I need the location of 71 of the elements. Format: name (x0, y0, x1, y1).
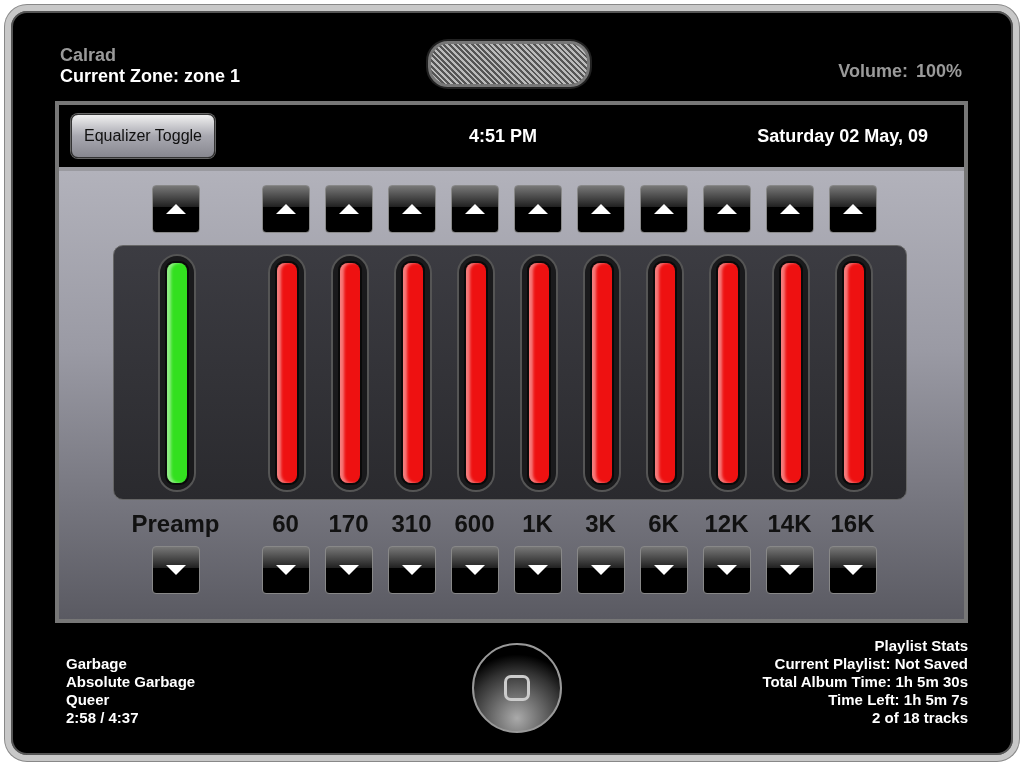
up-arrow-icon (716, 204, 737, 214)
decrease-button[interactable] (639, 546, 688, 594)
clock-time: 4:51 PM (469, 125, 538, 147)
up-arrow-icon (842, 204, 863, 214)
up-arrow-icon (653, 204, 674, 214)
artist-name: Garbage (66, 655, 127, 673)
playlist-stat: Time Left: 1h 5m 7s (828, 691, 968, 709)
increase-button[interactable] (324, 185, 373, 233)
decrease-button[interactable] (324, 546, 373, 594)
decrease-button[interactable] (828, 546, 877, 594)
decrease-button[interactable] (261, 546, 310, 594)
decrease-button[interactable] (151, 546, 200, 594)
up-arrow-icon (464, 204, 485, 214)
equalizer-toggle-button[interactable]: Equalizer Toggle (71, 114, 215, 158)
band-label: Preamp (131, 510, 220, 538)
playlist-stats-title: Playlist Stats (874, 637, 968, 655)
brand-name: Calrad (60, 45, 118, 66)
band-label: 600 (454, 510, 495, 538)
band-label: 60 (272, 510, 299, 538)
up-arrow-icon (338, 204, 359, 214)
down-arrow-icon (275, 565, 296, 575)
increase-button[interactable] (450, 185, 499, 233)
band-label: 14K (767, 510, 812, 538)
down-arrow-icon (716, 565, 737, 575)
playlist-stat: Total Album Time: 1h 5m 30s (762, 673, 968, 691)
date-text: Saturday 02 May, 09 (757, 125, 928, 147)
band-label: 6K (648, 510, 679, 538)
track-name: Queer (66, 691, 110, 709)
down-arrow-icon (401, 565, 422, 575)
down-arrow-icon (842, 565, 863, 575)
increase-button[interactable] (151, 185, 200, 233)
album-name: Absolute Garbage (66, 673, 196, 691)
down-arrow-icon (527, 565, 548, 575)
decrease-button[interactable] (765, 546, 814, 594)
current-zone: Current Zone: zone 1 (60, 66, 240, 87)
down-arrow-icon (590, 565, 611, 575)
increase-button[interactable] (513, 185, 562, 233)
volume-label: Volume: (838, 61, 908, 82)
increase-button[interactable] (261, 185, 310, 233)
decrease-button[interactable] (513, 546, 562, 594)
band-label: 16K (830, 510, 875, 538)
playlist-stat: Current Playlist: Not Saved (774, 655, 968, 673)
band-label: 310 (391, 510, 432, 538)
increase-button[interactable] (639, 185, 688, 233)
decrease-button[interactable] (387, 546, 436, 594)
increase-button[interactable] (387, 185, 436, 233)
decrease-button[interactable] (702, 546, 751, 594)
up-arrow-icon (275, 204, 296, 214)
band-label: 3K (585, 510, 616, 538)
up-arrow-icon (527, 204, 548, 214)
increase-button[interactable] (828, 185, 877, 233)
down-arrow-icon (779, 565, 800, 575)
up-arrow-icon (590, 204, 611, 214)
down-arrow-icon (338, 565, 359, 575)
band-label: 1K (522, 510, 553, 538)
track-position: 2:58 / 4:37 (66, 709, 139, 727)
volume-value: 100% (915, 61, 962, 82)
increase-button[interactable] (765, 185, 814, 233)
decrease-button[interactable] (576, 546, 625, 594)
increase-button[interactable] (576, 185, 625, 233)
increase-button[interactable] (702, 185, 751, 233)
up-arrow-icon (165, 204, 186, 214)
down-arrow-icon (653, 565, 674, 575)
down-arrow-icon (165, 565, 186, 575)
playlist-stat: 2 of 18 tracks (872, 709, 968, 727)
band-label: 170 (328, 510, 369, 538)
decrease-button[interactable] (450, 546, 499, 594)
up-arrow-icon (401, 204, 422, 214)
down-arrow-icon (464, 565, 485, 575)
up-arrow-icon (779, 204, 800, 214)
band-label: 12K (704, 510, 749, 538)
